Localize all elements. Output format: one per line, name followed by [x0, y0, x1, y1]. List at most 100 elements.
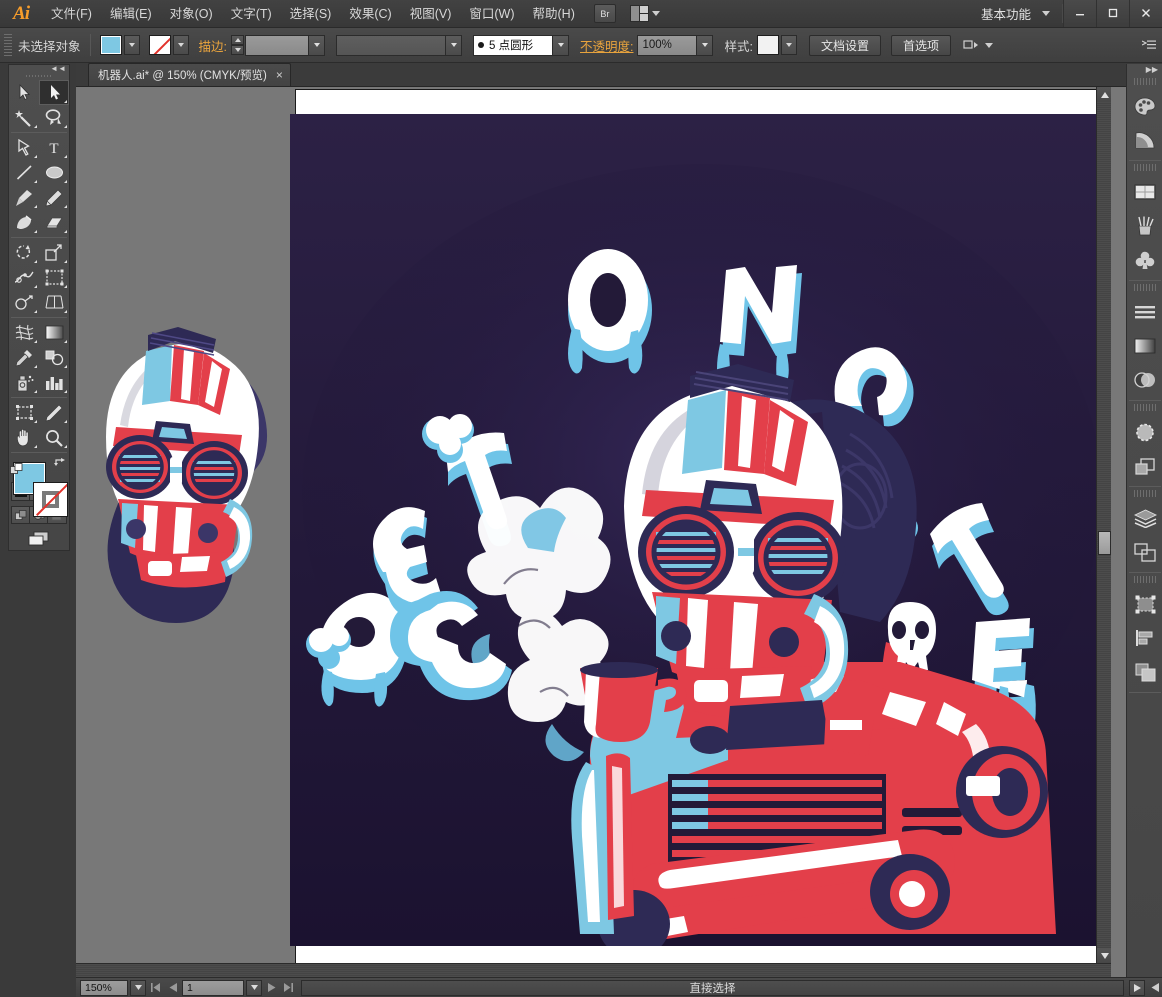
gradient-panel-icon[interactable] — [1127, 329, 1162, 363]
toolbar-stroke-swatch[interactable] — [33, 482, 68, 518]
stroke-weight-label[interactable]: 描边: — [199, 36, 227, 55]
canvas-area[interactable] — [76, 87, 1111, 977]
fill-swatch[interactable] — [99, 35, 122, 55]
artboard-tool[interactable] — [9, 400, 39, 425]
pathfinder-panel-icon[interactable] — [1127, 655, 1162, 689]
stroke-panel-icon[interactable] — [1127, 295, 1162, 329]
artboard-dropdown-button[interactable] — [246, 979, 262, 996]
menu-effect[interactable]: 效果(C) — [340, 0, 400, 28]
dock-gripper-3[interactable] — [1133, 284, 1156, 291]
status-prev-button[interactable] — [1147, 980, 1162, 996]
column-graph-tool[interactable] — [39, 370, 69, 395]
opacity-label[interactable]: 不透明度: — [580, 36, 633, 55]
shape-builder-tool[interactable] — [9, 290, 39, 315]
dock-gripper-2[interactable] — [1133, 164, 1156, 171]
bridge-launch-icon[interactable]: Br — [593, 4, 616, 23]
ellipse-tool[interactable] — [39, 160, 69, 185]
magic-wand-tool[interactable] — [9, 105, 39, 130]
stroke-weight-stepper[interactable] — [231, 35, 244, 55]
transform-panel-icon[interactable] — [1127, 587, 1162, 621]
scale-tool[interactable] — [39, 240, 69, 265]
perspective-grid-tool[interactable] — [39, 290, 69, 315]
swatches-panel-icon[interactable] — [1127, 175, 1162, 209]
opacity-input[interactable]: 100% — [637, 34, 698, 56]
close-button[interactable] — [1129, 0, 1162, 27]
direct-selection-tool[interactable] — [39, 80, 69, 106]
lasso-tool[interactable] — [39, 105, 69, 130]
graphic-style-dropdown[interactable] — [780, 35, 797, 55]
graphic-styles-panel-icon[interactable] — [1127, 449, 1162, 483]
pen-tool[interactable] — [9, 135, 39, 160]
line-segment-tool[interactable] — [9, 160, 39, 185]
robot-head-thumbnail[interactable] — [94, 327, 304, 627]
brushes-panel-icon[interactable] — [1127, 209, 1162, 243]
default-fill-stroke-icon[interactable] — [10, 463, 24, 476]
hand-tool[interactable] — [9, 425, 39, 450]
panel-menu-icon[interactable] — [1142, 39, 1156, 51]
free-transform-tool[interactable] — [39, 265, 69, 290]
artwork-detonate[interactable] — [290, 114, 1111, 946]
mesh-tool[interactable] — [9, 320, 39, 345]
arrange-documents-button[interactable] — [629, 5, 660, 22]
blend-tool[interactable] — [39, 345, 69, 370]
brush-definition-combo[interactable]: 5 点圆形 — [473, 34, 553, 56]
paintbrush-tool[interactable] — [9, 185, 39, 210]
rotate-tool[interactable] — [9, 240, 39, 265]
menu-view[interactable]: 视图(V) — [401, 0, 461, 28]
status-next-button[interactable] — [1129, 979, 1145, 996]
tool-status-label[interactable]: 直接选择 — [301, 979, 1124, 996]
transform-options-control[interactable] — [963, 38, 993, 52]
eyedropper-tool[interactable] — [9, 345, 39, 370]
pencil-tool[interactable] — [39, 185, 69, 210]
opacity-dropdown[interactable] — [697, 34, 714, 56]
document-setup-button[interactable]: 文档设置 — [808, 34, 881, 56]
menu-help[interactable]: 帮助(H) — [524, 0, 584, 28]
dock-gripper-5[interactable] — [1133, 490, 1156, 497]
zoom-dropdown-button[interactable] — [130, 979, 146, 996]
color-panel-icon[interactable] — [1127, 89, 1162, 123]
screen-mode-button[interactable] — [28, 531, 50, 550]
zoom-tool[interactable] — [39, 425, 69, 450]
brush-definition-dropdown[interactable] — [553, 34, 569, 56]
fill-dropdown-button[interactable] — [123, 35, 140, 55]
width-tool[interactable] — [9, 265, 39, 290]
close-icon[interactable]: × — [276, 68, 283, 82]
symbol-sprayer-tool[interactable] — [9, 370, 39, 395]
tools-panel-collapse[interactable]: ◄◄ — [9, 65, 69, 73]
first-artboard-button[interactable] — [148, 980, 163, 996]
dock-gripper-1[interactable] — [1133, 78, 1156, 85]
minimize-button[interactable] — [1063, 0, 1096, 27]
stroke-profile-combo[interactable] — [336, 34, 446, 56]
last-artboard-button[interactable] — [281, 980, 296, 996]
menu-edit[interactable]: 编辑(E) — [101, 0, 161, 28]
menu-type[interactable]: 文字(T) — [222, 0, 281, 28]
color-guide-panel-icon[interactable] — [1127, 123, 1162, 157]
control-bar-gripper[interactable] — [4, 34, 12, 56]
selection-tool[interactable] — [9, 80, 39, 105]
appearance-panel-icon[interactable] — [1127, 415, 1162, 449]
vertical-scrollbar[interactable] — [1096, 87, 1111, 963]
dock-gripper-4[interactable] — [1133, 404, 1156, 411]
vertical-scroll-thumb[interactable] — [1098, 531, 1111, 555]
graphic-style-swatch[interactable] — [756, 35, 779, 55]
align-panel-icon[interactable] — [1127, 621, 1162, 655]
horizontal-scrollbar[interactable] — [76, 963, 1111, 977]
stroke-profile-dropdown[interactable] — [446, 34, 462, 56]
dock-gripper-6[interactable] — [1133, 576, 1156, 583]
menu-select[interactable]: 选择(S) — [281, 0, 341, 28]
type-tool[interactable]: T — [39, 135, 69, 160]
artboard-number-input[interactable]: 1 — [182, 979, 244, 996]
swap-fill-stroke-icon[interactable] — [54, 458, 67, 471]
layers-panel-icon[interactable] — [1127, 501, 1162, 535]
maximize-button[interactable] — [1096, 0, 1129, 27]
next-artboard-button[interactable] — [264, 980, 279, 996]
dock-collapse-button[interactable]: ▶▶ — [1127, 64, 1162, 76]
stroke-weight-dropdown[interactable] — [309, 34, 325, 56]
blob-brush-tool[interactable] — [9, 210, 39, 235]
transparency-panel-icon[interactable] — [1127, 363, 1162, 397]
stepper-down-button[interactable] — [231, 45, 244, 55]
symbols-panel-icon[interactable] — [1127, 243, 1162, 277]
gradient-tool[interactable] — [39, 320, 69, 345]
scroll-down-button[interactable] — [1097, 948, 1111, 963]
tools-panel-gripper[interactable] — [26, 75, 52, 78]
